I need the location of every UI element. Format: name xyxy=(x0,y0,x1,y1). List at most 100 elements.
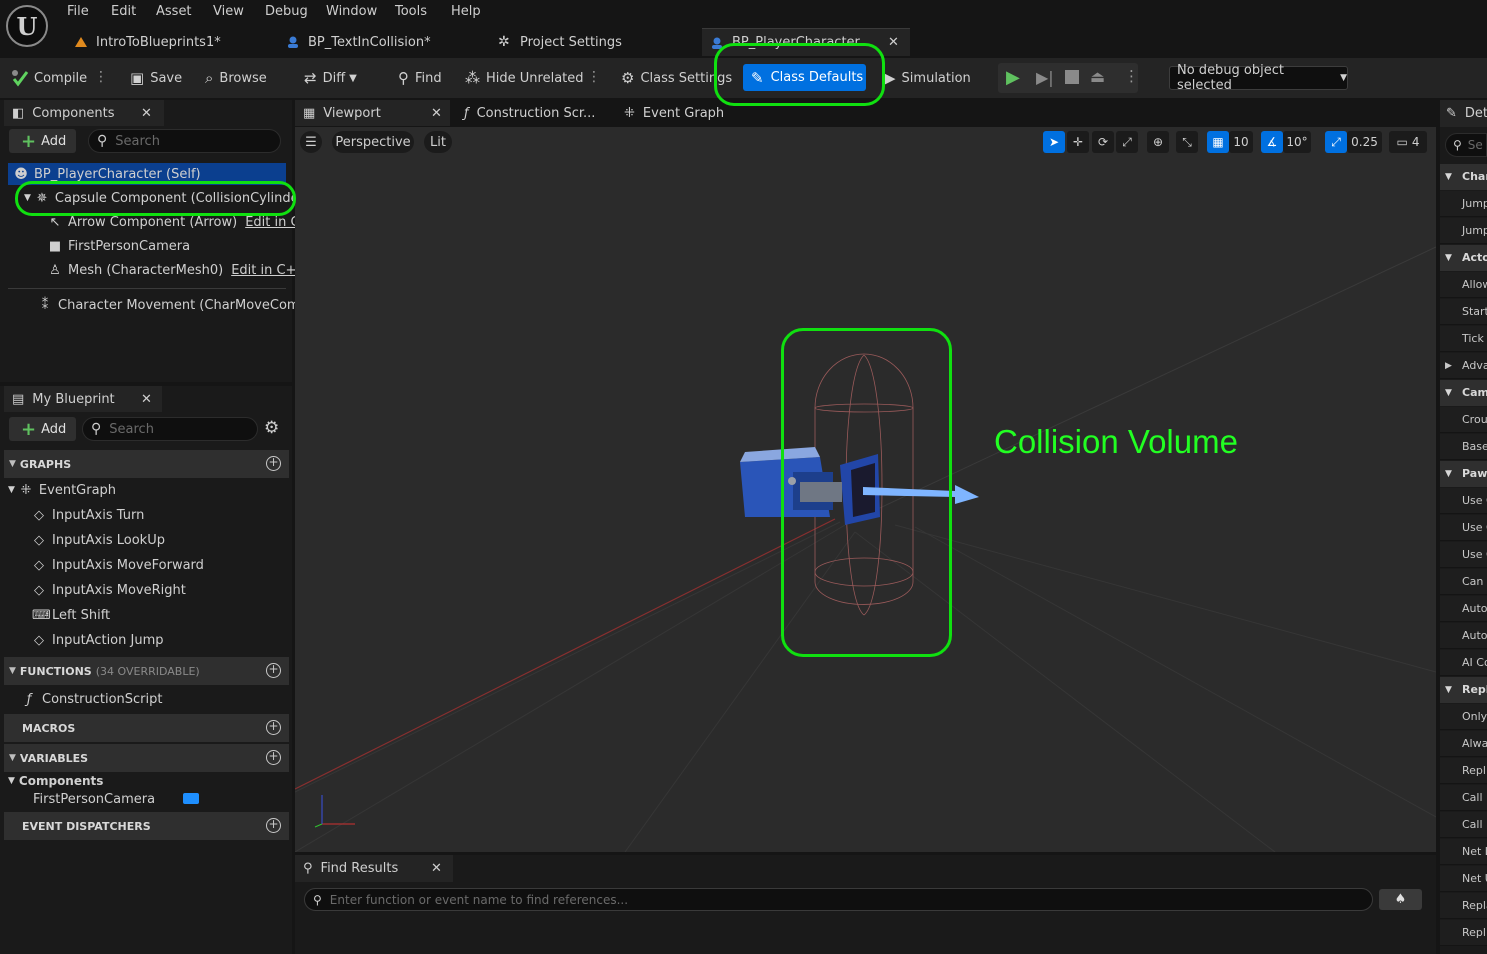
components-search-input[interactable]: ⚲ Search xyxy=(88,129,281,153)
find-button[interactable]: ⚲ Find xyxy=(398,66,442,90)
details-property[interactable]: Use C xyxy=(1440,515,1487,541)
details-category[interactable]: ▼ Repli xyxy=(1440,677,1487,703)
details-property[interactable]: Call R xyxy=(1440,785,1487,811)
details-property[interactable]: AI Co xyxy=(1440,650,1487,676)
camera-speed-button[interactable]: ▭ 4 xyxy=(1389,131,1427,153)
doc-tab-textincollision[interactable]: BP_TextInCollision* xyxy=(278,28,478,56)
details-property[interactable]: Crou xyxy=(1440,407,1487,433)
surface-snap-icon[interactable]: ⤡ xyxy=(1176,131,1198,153)
find-binoculars-button[interactable]: ♠ xyxy=(1379,889,1422,910)
select-mode-icon[interactable]: ➤ xyxy=(1043,131,1065,153)
more-options-icon[interactable]: ⋮ xyxy=(587,66,601,90)
details-property[interactable]: ▶ Adva xyxy=(1440,353,1487,379)
macros-section[interactable]: MACROS + xyxy=(4,714,289,742)
compile-options-icon[interactable]: ⋮ xyxy=(94,66,108,90)
doc-tab-project-settings[interactable]: ✲ Project Settings xyxy=(490,28,690,56)
add-macro-icon[interactable]: + xyxy=(266,720,281,735)
details-property[interactable]: Jump xyxy=(1440,191,1487,217)
component-self[interactable]: ☻ BP_PlayerCharacter (Self) xyxy=(8,163,286,185)
stop-icon[interactable] xyxy=(1065,70,1079,84)
details-property[interactable]: Repla xyxy=(1440,893,1487,919)
scale-snap-icon[interactable]: ⤢ xyxy=(1325,131,1347,153)
class-settings-button[interactable]: ⚙ Class Settings xyxy=(621,66,732,90)
rotation-snap-icon[interactable]: ∡ xyxy=(1261,131,1283,153)
details-property[interactable]: Call R xyxy=(1440,812,1487,838)
component-camera[interactable]: ■ FirstPersonCamera xyxy=(48,235,190,257)
grid-snap-value[interactable]: 10 xyxy=(1229,131,1253,153)
close-icon[interactable]: ✕ xyxy=(141,392,152,407)
viewport-tab[interactable]: ▦ Viewport ✕ xyxy=(295,100,450,126)
gear-icon[interactable]: ⚙ xyxy=(264,418,279,438)
menu-window[interactable]: Window xyxy=(326,4,377,19)
close-icon[interactable]: ✕ xyxy=(141,106,152,121)
add-component-button[interactable]: + Add xyxy=(9,129,76,153)
event-dispatchers-section[interactable]: EVENT DISPATCHERS + xyxy=(4,812,289,840)
add-variable-icon[interactable]: + xyxy=(266,750,281,765)
menu-view[interactable]: View xyxy=(213,4,244,19)
details-property[interactable]: Net L xyxy=(1440,839,1487,865)
lit-button[interactable]: Lit xyxy=(424,131,452,153)
event-item[interactable]: ◇ InputAxis LookUp xyxy=(32,529,165,551)
doc-tab-player-character[interactable]: BP_PlayerCharacter ✕ xyxy=(702,28,910,56)
collapse-arrow-icon[interactable]: ▼ xyxy=(24,193,31,203)
details-property[interactable]: Can A xyxy=(1440,569,1487,595)
close-icon[interactable]: ✕ xyxy=(431,861,442,876)
menu-edit[interactable]: Edit xyxy=(111,4,136,19)
doc-tab-level[interactable]: IntroToBlueprints1* xyxy=(66,28,266,56)
details-property[interactable]: Jump xyxy=(1440,218,1487,244)
find-results-tab[interactable]: ⚲ Find Results ✕ xyxy=(295,855,453,882)
compile-button[interactable]: Compile xyxy=(10,66,87,90)
details-property[interactable]: Use C xyxy=(1440,488,1487,514)
event-graph-tab[interactable]: ⁜ Event Graph xyxy=(616,100,746,126)
unreal-logo-icon[interactable]: U xyxy=(6,5,48,47)
details-property[interactable]: Alwa xyxy=(1440,731,1487,757)
find-results-input[interactable]: ⚲ Enter function or event name to find r… xyxy=(304,888,1373,911)
menu-file[interactable]: File xyxy=(67,4,89,19)
rotate-icon[interactable]: ⟳ xyxy=(1092,131,1114,153)
details-property[interactable]: Repli xyxy=(1440,758,1487,784)
details-property[interactable]: Auto xyxy=(1440,596,1487,622)
details-property[interactable]: Allow xyxy=(1440,272,1487,298)
grid-snap-icon[interactable]: ▦ xyxy=(1207,131,1229,153)
variable-item[interactable]: FirstPersonCamera xyxy=(33,788,199,810)
my-blueprint-search-input[interactable]: ⚲ Search xyxy=(82,417,258,441)
functions-section[interactable]: ▼ FUNCTIONS (34 OVERRIDABLE) + xyxy=(4,657,289,685)
browse-button[interactable]: ⌕ Browse xyxy=(205,66,267,90)
world-space-icon[interactable]: ⊕ xyxy=(1147,131,1169,153)
details-property[interactable]: Start xyxy=(1440,299,1487,325)
component-capsule[interactable]: ▼ ✵ Capsule Component (CollisionCylinder) xyxy=(24,187,309,209)
menu-debug[interactable]: Debug xyxy=(265,4,308,19)
close-icon[interactable]: ✕ xyxy=(431,106,442,121)
menu-tools[interactable]: Tools xyxy=(395,4,427,19)
close-icon[interactable]: ✕ xyxy=(888,35,899,50)
diff-button[interactable]: ⇄ Diff ▼ xyxy=(304,66,357,90)
event-item[interactable]: ⌨ Left Shift xyxy=(32,604,110,626)
play-icon[interactable]: ▶ xyxy=(1006,67,1020,88)
event-graph-item[interactable]: ▼ ⁜ EventGraph xyxy=(8,479,116,501)
construction-script-item[interactable]: ƒ ConstructionScript xyxy=(22,688,163,710)
details-property[interactable]: Repli xyxy=(1440,920,1487,946)
translate-icon[interactable]: ✛ xyxy=(1067,131,1089,153)
details-tab[interactable]: ✎ Det xyxy=(1440,100,1487,127)
step-icon[interactable]: ▶| xyxy=(1036,68,1054,87)
class-defaults-button[interactable]: ✎ Class Defaults xyxy=(743,64,866,91)
viewport-menu-icon[interactable]: ☰ xyxy=(300,131,322,153)
component-character-movement[interactable]: ⁑ Character Movement (CharMoveComp) xyxy=(38,294,313,316)
details-property[interactable]: Tick xyxy=(1440,326,1487,352)
perspective-button[interactable]: Perspective xyxy=(332,131,414,153)
graphs-section[interactable]: ▼ GRAPHS + xyxy=(4,450,289,478)
scale-icon[interactable]: ⤢ xyxy=(1116,131,1138,153)
details-property[interactable]: Auto xyxy=(1440,623,1487,649)
debug-object-select[interactable]: No debug object selected ▼ xyxy=(1169,63,1348,93)
scale-snap-value[interactable]: 0.25 xyxy=(1347,131,1382,153)
hide-unrelated-button[interactable]: ⁂ Hide Unrelated xyxy=(465,66,584,90)
add-graph-icon[interactable]: + xyxy=(266,456,281,471)
add-member-button[interactable]: + Add xyxy=(9,417,76,441)
play-options-icon[interactable]: ⋮ xyxy=(1124,67,1139,85)
eject-icon[interactable]: ⏏ xyxy=(1090,67,1105,86)
details-property[interactable]: Use C xyxy=(1440,542,1487,568)
component-arrow[interactable]: ↖ Arrow Component (Arrow) Edit in C++ xyxy=(48,211,322,233)
my-blueprint-tab[interactable]: ▤ My Blueprint ✕ xyxy=(4,386,162,412)
menu-help[interactable]: Help xyxy=(451,4,481,19)
details-category[interactable]: ▼ Chara xyxy=(1440,164,1487,190)
